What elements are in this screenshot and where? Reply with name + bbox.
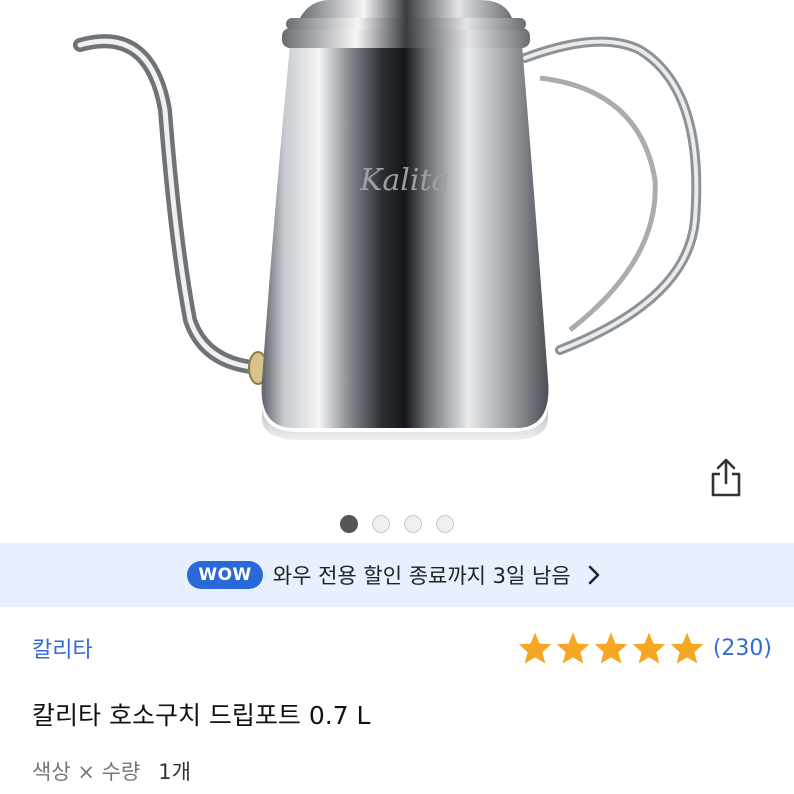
wow-badge: WOW [187,561,263,589]
star-icon [518,632,552,664]
option-value: 1개 [158,760,191,784]
product-image: Kalita [73,0,702,440]
star-icon [594,632,628,664]
option-label: 색상 × 수량 [32,760,141,784]
brand-link[interactable]: 칼리타 [32,632,93,664]
gallery-dot-4[interactable] [436,515,454,533]
gallery-dot-3[interactable] [404,515,422,533]
brand-rating-row: 칼리타 (230) [32,626,772,670]
star-icon [632,632,666,664]
star-icon [556,632,590,664]
chevron-right-icon [581,562,607,588]
wow-discount-banner[interactable]: WOW 와우 전용 할인 종료까지 3일 남음 [0,543,794,607]
rating-summary[interactable]: (230) [517,631,772,665]
star-icon [670,632,704,664]
product-image-area[interactable]: Kalita [0,0,794,540]
gallery-dot-2[interactable] [372,515,390,533]
svg-text:Kalita: Kalita [359,163,449,198]
gallery-pagination [0,515,794,533]
wow-banner-text: 와우 전용 할인 종료까지 3일 남음 [272,564,571,588]
product-title: 칼리타 호소구치 드립포트 0.7 L [32,701,371,730]
share-icon [711,458,741,497]
review-count[interactable]: (230) [713,636,772,661]
gallery-dot-1[interactable] [340,515,358,533]
option-row[interactable]: 색상 × 수량 1개 [32,756,191,786]
share-button[interactable] [700,452,752,504]
